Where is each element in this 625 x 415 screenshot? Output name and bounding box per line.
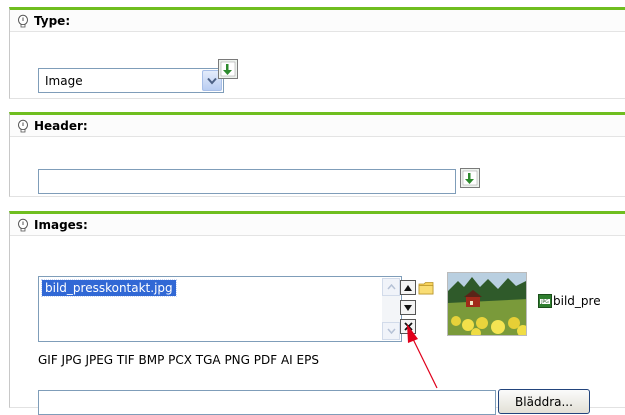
header-input[interactable] (38, 169, 456, 194)
images-listbox[interactable]: bild_presskontakt.jpg (38, 276, 402, 342)
move-up-button[interactable] (400, 280, 416, 295)
header-panel-title: Header: (34, 118, 88, 133)
scroll-up-icon[interactable] (382, 278, 400, 296)
remove-button[interactable] (400, 319, 416, 334)
jpg-file-icon: JPG (538, 294, 552, 308)
images-panel: Images: bild_presskontakt.jpg JPG bild_p… (9, 211, 625, 415)
help-bulb-icon[interactable] (16, 14, 30, 28)
header-pick-button[interactable] (460, 168, 480, 188)
type-panel-title: Type: (34, 13, 71, 28)
allowed-file-types: GIF JPG JPEG TIF BMP PCX TGA PNG PDF AI … (38, 353, 319, 367)
help-bulb-icon[interactable] (16, 218, 30, 232)
type-select-value: Image (45, 74, 83, 88)
help-bulb-icon[interactable] (16, 119, 30, 133)
listbox-scrollbar[interactable] (382, 278, 400, 340)
header-panel: Header: (9, 112, 625, 197)
pick-green-arrow-icon (220, 61, 236, 77)
triangle-down-icon (404, 304, 412, 311)
browse-button[interactable]: Bläddra... (498, 389, 590, 414)
preview-landscape-image (448, 273, 526, 335)
type-select[interactable]: Image (38, 68, 224, 93)
triangle-up-icon (404, 284, 412, 291)
pick-green-arrow-icon (462, 170, 478, 186)
preview-filename: bild_pre (553, 294, 601, 308)
remove-x-icon (403, 322, 413, 331)
type-pick-button[interactable] (218, 59, 238, 79)
header-panel-header: Header: (10, 115, 625, 137)
move-down-button[interactable] (400, 300, 416, 315)
image-preview (447, 272, 527, 336)
type-panel: Type: Image (9, 7, 625, 99)
images-panel-title: Images: (34, 217, 88, 232)
preview-caption: JPG bild_pre (538, 294, 601, 308)
folder-icon[interactable] (418, 281, 434, 295)
list-item[interactable]: bild_presskontakt.jpg (41, 279, 177, 297)
scroll-down-icon[interactable] (382, 322, 400, 340)
svg-text:JPG: JPG (540, 299, 549, 305)
images-panel-header: Images: (10, 214, 625, 236)
upload-file-input[interactable] (38, 390, 496, 415)
type-panel-header: Type: (10, 10, 625, 32)
